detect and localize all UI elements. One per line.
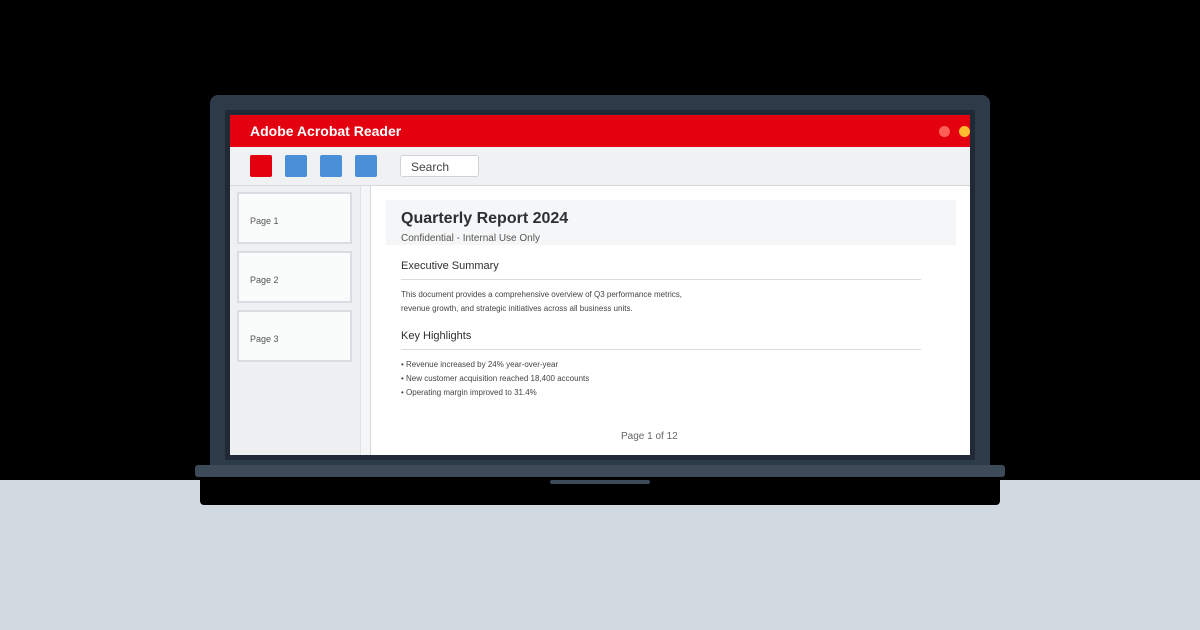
search-label: Search: [411, 160, 450, 174]
toolbar: Search: [230, 147, 970, 186]
document-title: Quarterly Report 2024: [401, 210, 569, 227]
search-input[interactable]: Search: [400, 155, 479, 177]
blue-tool-icon[interactable]: [320, 155, 342, 177]
laptop-notch: [550, 480, 650, 484]
minimize-window-button[interactable]: [959, 126, 970, 137]
close-window-button[interactable]: [939, 126, 950, 137]
section-divider: [401, 279, 921, 280]
bullet-item: • New customer acquisition reached 18,40…: [401, 374, 590, 383]
page-thumbnail[interactable]: Page 1: [237, 192, 352, 244]
thumbnail-label: Page 3: [250, 334, 279, 344]
paragraph-line: revenue growth, and strategic initiative…: [401, 304, 633, 313]
document-header: Quarterly Report 2024 Confidential - Int…: [386, 200, 956, 245]
blue-tool-icon[interactable]: [285, 155, 307, 177]
page-thumbnail[interactable]: Page 3: [237, 310, 352, 362]
laptop-base: [195, 465, 1005, 477]
page-counter: Page 1 of 12: [621, 431, 678, 442]
page-thumbnail[interactable]: Page 2: [237, 251, 352, 303]
document-page: Quarterly Report 2024 Confidential - Int…: [370, 186, 970, 455]
acrobat-window: Adobe Acrobat Reader Search Page 1 Page …: [230, 115, 970, 455]
app-title: Adobe Acrobat Reader: [250, 123, 402, 139]
bullet-item: • Operating margin improved to 31.4%: [401, 388, 537, 397]
blue-tool-icon[interactable]: [355, 155, 377, 177]
title-bar: Adobe Acrobat Reader: [230, 115, 970, 147]
section-heading: Executive Summary: [401, 260, 499, 272]
paragraph-line: This document provides a comprehensive o…: [401, 290, 683, 299]
document-subtitle: Confidential - Internal Use Only: [401, 233, 540, 244]
section-divider: [401, 349, 921, 350]
bullet-item: • Revenue increased by 24% year-over-yea…: [401, 360, 559, 369]
section-heading: Key Highlights: [401, 330, 472, 342]
red-tool-icon[interactable]: [250, 155, 272, 177]
page-thumbnails-sidebar: Page 1 Page 2 Page 3: [230, 186, 361, 455]
thumbnail-label: Page 1: [250, 216, 279, 226]
thumbnail-label: Page 2: [250, 275, 279, 285]
